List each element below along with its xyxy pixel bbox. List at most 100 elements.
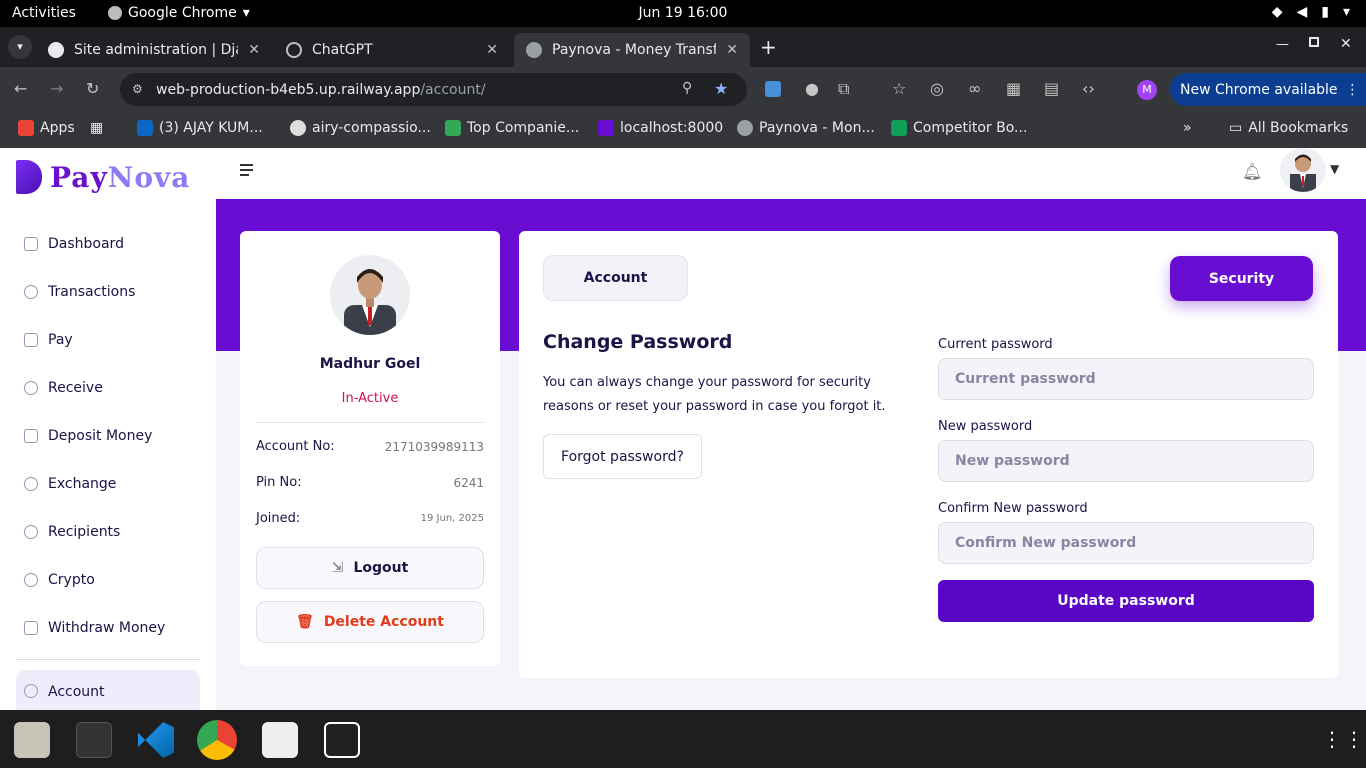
bookmark-grid[interactable]: ▦ <box>90 120 103 136</box>
tab-django[interactable]: Site administration | Django ✕ <box>36 33 272 67</box>
extension-icon[interactable] <box>765 81 781 97</box>
tab-title: ChatGPT <box>312 42 373 58</box>
text-editor-icon[interactable] <box>262 722 298 758</box>
profile-card: Madhur Goel In-Active Account No: 2171039… <box>240 231 500 666</box>
forward-arrow-icon[interactable]: → <box>50 79 63 98</box>
tab-title: Paynova - Money Transfer <box>552 42 717 58</box>
bookmark-label: Apps <box>40 120 75 136</box>
logout-icon: ⇲ <box>331 560 344 576</box>
reading-list-icon[interactable]: ☆ <box>892 79 906 98</box>
address-bar[interactable]: ⚙ web-production-b4eb5.up.railway.app /a… <box>120 73 747 106</box>
app-icon[interactable] <box>324 722 360 758</box>
sidebar-item-account[interactable]: Account <box>16 670 200 710</box>
chevron-down-icon: ▾ <box>1342 4 1350 20</box>
system-tray[interactable]: ◆ ◀ ▮ ▾ <box>1272 4 1350 20</box>
show-apps-grid-icon[interactable]: ⋮⋮⋮ <box>1322 727 1366 751</box>
sidebar-item-label: Transactions <box>48 284 136 300</box>
new-tab-icon[interactable]: + <box>760 35 777 59</box>
tab-security[interactable]: Security <box>1170 256 1313 301</box>
logout-label: Logout <box>353 560 409 576</box>
forgot-password-button[interactable]: Forgot password? <box>543 434 702 479</box>
extension-icon[interactable]: ● <box>805 79 819 98</box>
globe-icon <box>526 42 542 58</box>
close-icon[interactable]: ✕ <box>726 42 738 58</box>
delete-account-button[interactable]: 🗑︎ Delete Account <box>256 601 484 643</box>
exchange-icon <box>24 477 38 491</box>
minimize-icon[interactable]: — <box>1276 37 1289 52</box>
chrome-icon[interactable] <box>197 720 237 760</box>
apps-grid-icon <box>18 120 34 136</box>
sidebar-item-exchange[interactable]: Exchange <box>24 476 116 492</box>
django-icon <box>48 42 64 58</box>
new-password-input[interactable] <box>938 440 1314 482</box>
zoom-icon[interactable]: ⚲ <box>682 80 692 96</box>
sidebar-item-crypto[interactable]: Crypto <box>24 572 95 588</box>
sidebar-item-transactions[interactable]: Transactions <box>24 284 135 300</box>
bookmark-label: Paynova - Mon... <box>759 120 875 136</box>
logo-mark-icon <box>16 160 42 194</box>
chevron-down-icon[interactable]: ▼ <box>1330 162 1339 176</box>
back-arrow-icon[interactable]: ← <box>14 79 27 98</box>
sidebar-item-withdraw-money[interactable]: Withdraw Money <box>24 620 165 636</box>
extensions-puzzle-icon[interactable]: ⧉ <box>838 79 849 99</box>
bookmark-paynova[interactable]: Paynova - Mon... <box>737 120 875 136</box>
confirm-password-label: Confirm New password <box>938 501 1088 516</box>
reload-icon[interactable]: ↻ <box>86 79 99 98</box>
bookmark-airy[interactable]: airy-compassio... <box>290 120 431 136</box>
tab-chatgpt[interactable]: ChatGPT ✕ <box>274 33 510 67</box>
bookmark-star-icon[interactable]: ★ <box>714 79 728 98</box>
sidebar-item-dashboard[interactable]: Dashboard <box>24 236 124 252</box>
side-panel-icon[interactable]: ▤ <box>1044 79 1059 98</box>
bookmark-competitor[interactable]: Competitor Bo... <box>891 120 1027 136</box>
tab-search-icon[interactable]: ▾ <box>8 35 32 59</box>
sidebar-item-recipients[interactable]: Recipients <box>24 524 120 540</box>
bookmark-top-companies[interactable]: Top Companie... <box>445 120 579 136</box>
update-password-button[interactable]: Update password <box>938 580 1314 622</box>
tab-account[interactable]: Account <box>543 255 688 301</box>
notification-bell-icon[interactable]: 🔔︎ <box>1242 162 1262 181</box>
web-page: PayNova Dashboard Transactions Pay Recei… <box>0 148 1366 710</box>
status-badge: In-Active <box>341 391 399 406</box>
new-chrome-available-button[interactable]: New Chrome available ⋮ <box>1170 73 1366 106</box>
sidebar-item-label: Account <box>48 684 105 700</box>
confirm-password-input[interactable] <box>938 522 1314 564</box>
pin-label: Pin No: <box>256 475 302 490</box>
profile-avatar[interactable]: M <box>1137 80 1157 100</box>
new-password-label: New password <box>938 419 1033 434</box>
site-info-icon[interactable]: ⚙ <box>132 82 143 96</box>
files-icon[interactable] <box>14 722 50 758</box>
all-bookmarks[interactable]: ▭ All Bookmarks <box>1229 120 1348 136</box>
bookmarks-overflow-icon[interactable]: » <box>1183 120 1192 136</box>
maximize-icon[interactable] <box>1309 37 1319 47</box>
system-top-bar: Activities Google Chrome ▾ Jun 19 16:00 … <box>0 0 1366 27</box>
devtools-icon[interactable]: ‹› <box>1082 79 1095 98</box>
bookmark-localhost[interactable]: localhost:8000 <box>598 120 723 136</box>
sidebar-item-pay[interactable]: Pay <box>24 332 73 348</box>
terminal-icon[interactable] <box>76 722 112 758</box>
link-icon[interactable]: ∞ <box>968 79 981 98</box>
qr-code-icon[interactable]: ▦ <box>1006 79 1021 98</box>
sidebar-divider <box>16 659 200 660</box>
bookmark-apps[interactable]: Apps <box>18 120 75 136</box>
tab-paynova[interactable]: Paynova - Money Transfer ✕ <box>514 33 750 67</box>
sidebar-item-label: Dashboard <box>48 236 124 252</box>
close-icon[interactable]: ✕ <box>248 42 260 58</box>
current-password-input[interactable] <box>938 358 1314 400</box>
close-icon[interactable]: ✕ <box>486 42 498 58</box>
paynova-logo[interactable]: PayNova <box>16 160 190 194</box>
vscode-icon[interactable] <box>138 722 174 758</box>
logout-button[interactable]: ⇲ Logout <box>256 547 484 589</box>
new-chrome-label: New Chrome available <box>1180 81 1338 98</box>
deposit-icon <box>24 429 38 443</box>
withdraw-icon <box>24 621 38 635</box>
sidebar-item-receive[interactable]: Receive <box>24 380 103 396</box>
menu-toggle-icon[interactable] <box>240 164 253 179</box>
bookmark-linkedin[interactable]: (3) AJAY KUM... <box>137 120 263 136</box>
joined-value: 19 Jun, 2025 <box>420 513 484 524</box>
bookmark-label: airy-compassio... <box>312 120 431 136</box>
screenshot-icon[interactable]: ◎ <box>930 79 944 98</box>
user-avatar[interactable] <box>1280 148 1326 192</box>
close-window-icon[interactable]: ✕ <box>1340 36 1352 52</box>
clock[interactable]: Jun 19 16:00 <box>0 5 1366 21</box>
sidebar-item-deposit-money[interactable]: Deposit Money <box>24 428 152 444</box>
